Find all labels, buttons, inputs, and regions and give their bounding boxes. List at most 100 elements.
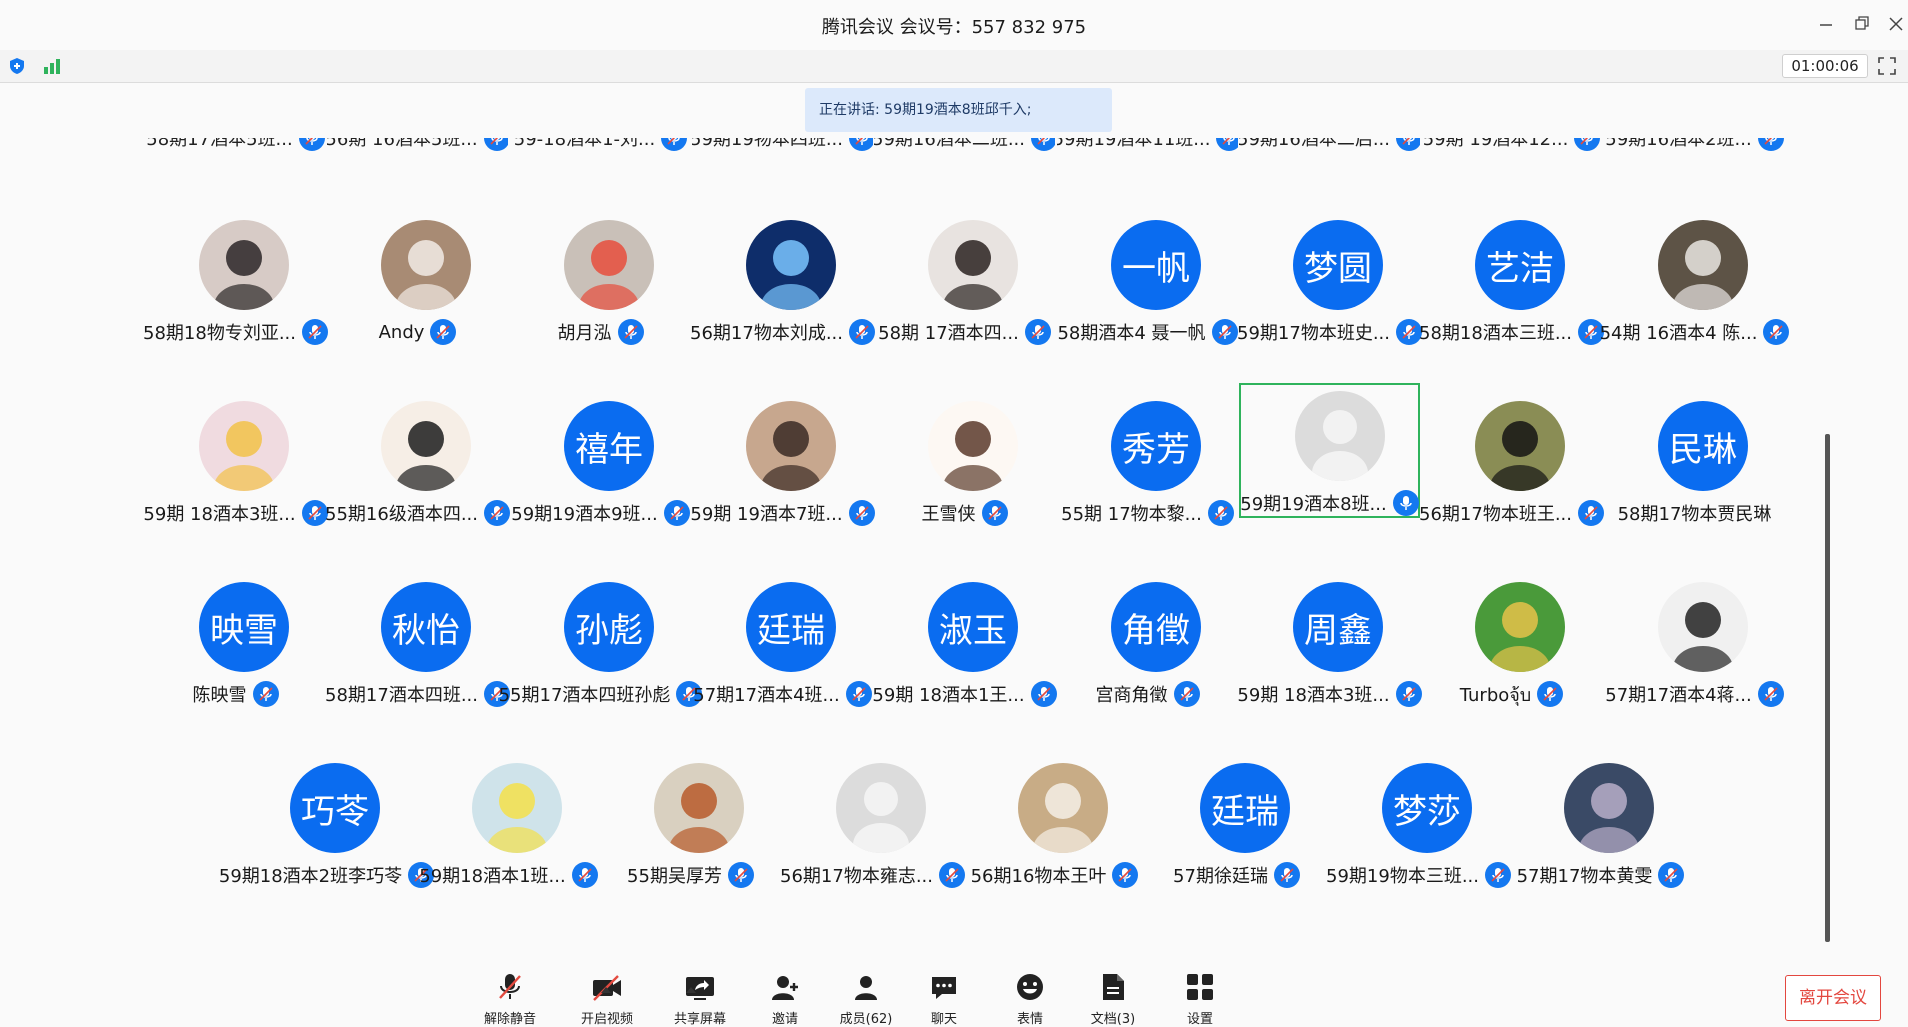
partial-participant[interactable]: 59-18酒本1-刘...	[510, 138, 691, 166]
audio-options-chevron-up-icon[interactable]	[600, 986, 612, 994]
avatar: 梦莎	[1382, 763, 1472, 853]
minimize-button[interactable]	[1814, 12, 1838, 36]
participant-tile[interactable]: 56期17物本雍志...	[780, 755, 965, 888]
participant-tile[interactable]: 廷瑞 57期17酒本4班...	[692, 574, 873, 707]
participant-name: 59期18酒本1班...	[419, 866, 566, 887]
participant-tile[interactable]: 59期 19酒本7班...	[690, 393, 875, 526]
participant-tile[interactable]: 55期吴厚芳	[600, 755, 781, 888]
close-button[interactable]	[1884, 12, 1908, 36]
mic-muted-icon	[1396, 138, 1420, 151]
participant-tile[interactable]: 巧苓 59期18酒本2班李巧苓	[219, 755, 435, 888]
mic-muted-button[interactable]: 解除静音	[470, 970, 550, 1027]
participant-name: 58期17物本贾民琳	[1617, 504, 1772, 525]
avatar	[381, 220, 471, 310]
window-title: 腾讯会议 会议号：557 832 975	[821, 17, 1087, 38]
participant-name: 陈映雪	[192, 685, 247, 706]
participant-tile[interactable]: 淑玉 59期 18酒本1王...	[872, 574, 1057, 707]
partial-participant[interactable]: 56期 16酒本5班...	[327, 138, 508, 166]
participant-tile[interactable]: 角徵 宫商角徵	[1057, 574, 1238, 707]
participant-tile[interactable]: 孙彪 55期17酒本四班孙彪	[499, 574, 703, 707]
mic-muted-icon	[1031, 138, 1055, 151]
share-screen-icon	[660, 970, 740, 1002]
participant-tile-active-speaker[interactable]: 59期19酒本8班...	[1239, 383, 1420, 518]
mic-muted-icon	[661, 138, 688, 151]
leave-meeting-button[interactable]: 离开会议	[1785, 975, 1881, 1021]
partial-participant[interactable]: 59期19物本四班...	[692, 138, 873, 166]
partial-participant[interactable]: 58期17酒本5班...	[145, 138, 326, 166]
participant-name-row: 56期17物本刘成...	[690, 319, 875, 345]
participant-tile[interactable]: 映雪 陈映雪	[145, 574, 326, 707]
partial-participant[interactable]: 59期16酒本2班...	[1604, 138, 1785, 166]
participant-tile[interactable]: 54期 16酒本4 陈...	[1600, 212, 1790, 345]
participant-tile[interactable]: 秋怡 58期17酒本四班...	[325, 574, 510, 707]
mic-muted-icon	[1024, 319, 1051, 345]
participant-name: Turboจุ้บ	[1459, 684, 1532, 706]
participant-tile[interactable]: 58期18物专刘亚...	[143, 212, 328, 345]
scrollbar[interactable]	[1825, 434, 1830, 942]
partial-participant[interactable]: 59期 19酒本12...	[1421, 138, 1602, 166]
participant-name: 57期17酒本4蒋...	[1605, 685, 1752, 706]
mic-muted-icon	[1207, 500, 1234, 526]
mic-muted-icon	[302, 319, 328, 345]
participant-tile[interactable]: 58期 17酒本四...	[874, 212, 1055, 345]
participant-tile[interactable]: 禧年 59期19酒本9班...	[510, 393, 691, 526]
emoji-button[interactable]: 表情	[990, 970, 1070, 1027]
mic-muted-icon	[617, 319, 644, 345]
participant-tile[interactable]: 梦圆 59期17物本班史...	[1237, 212, 1422, 345]
participant-tile[interactable]: 55期16级酒本四...	[325, 393, 510, 526]
avatar	[1658, 582, 1748, 672]
video-off-button[interactable]: 开启视频	[567, 970, 647, 1027]
participant-tile[interactable]: 梦莎 59期19物本三班...	[1326, 755, 1511, 888]
restore-icon	[1855, 16, 1869, 30]
avatar	[746, 401, 836, 491]
fullscreen-icon[interactable]	[1876, 55, 1898, 77]
participant-tile[interactable]: 一帆 58期酒本4 聂一帆	[1057, 212, 1238, 345]
restore-button[interactable]	[1850, 12, 1874, 36]
participant-tile[interactable]: 56期17物本班王...	[1419, 393, 1604, 526]
partial-participant[interactable]: 59期16酒本二班...	[874, 138, 1055, 166]
avatar: 禧年	[564, 401, 654, 491]
avatar	[1475, 582, 1565, 672]
participant-tile[interactable]: 56期17物本刘成...	[690, 212, 875, 345]
participant-tile[interactable]: 艺洁 58期18酒本三班...	[1419, 212, 1604, 345]
participant-grid: 58期17酒本5班... 56期 16酒本5班... 59-18酒本1-刘... 59…	[0, 0, 1908, 1021]
share-screen-button[interactable]: 共享屏幕	[660, 970, 740, 1027]
participant-tile[interactable]: 56期16物本王叶	[964, 755, 1145, 888]
participant-tile[interactable]: 廷瑞 57期徐廷瑞	[1146, 755, 1327, 888]
participant-tile[interactable]: 59期18酒本1班...	[418, 755, 599, 888]
chat-icon	[904, 970, 984, 1002]
bottom-toolbar: 解除静音 开启视频 共享屏幕 邀请 成员(62) 聊天 表情 文档(3) 设置	[0, 960, 1908, 1027]
video-options-chevron-up-icon[interactable]	[685, 986, 697, 994]
participant-name-row: 56期17物本班王...	[1419, 500, 1604, 526]
mic-muted-icon	[1485, 862, 1511, 888]
security-shield-icon[interactable]	[8, 57, 26, 75]
participant-name: 56期17物本雍志...	[780, 866, 933, 887]
participant-name-row: 59期 19酒本7班...	[690, 500, 875, 526]
participant-tile[interactable]: 民琳 58期17物本贾民琳	[1604, 393, 1785, 525]
participant-tile[interactable]: Turboจุ้บ	[1421, 574, 1602, 707]
partial-participant[interactable]: 59期16酒本二启...	[1239, 138, 1420, 166]
avatar	[1658, 220, 1748, 310]
members-button[interactable]: 成员(62)	[826, 970, 906, 1027]
participant-name: 58期酒本4 聂一帆	[1057, 323, 1206, 344]
participant-tile[interactable]: 57期17物本黄雯	[1510, 755, 1691, 888]
mic-muted-icon	[1658, 862, 1685, 888]
participant-tile[interactable]: 秀芳 55期 17物本黎...	[1057, 393, 1238, 526]
toolbar-label: 共享屏幕	[673, 1012, 726, 1027]
participant-name: 56期17物本刘成...	[690, 323, 843, 344]
mic-muted-icon	[1757, 681, 1784, 707]
participant-tile[interactable]: 胡月泓	[510, 212, 691, 345]
invite-button[interactable]: 邀请	[745, 970, 825, 1027]
participant-tile[interactable]: 王雪侠	[874, 393, 1055, 526]
partial-participant[interactable]: 59期19酒本11班...	[1057, 138, 1238, 166]
settings-button[interactable]: 设置	[1160, 970, 1240, 1027]
participant-tile[interactable]: 59期 18酒本3班...	[143, 393, 328, 526]
chat-button[interactable]: 聊天	[904, 970, 984, 1027]
mic-muted-icon	[252, 681, 279, 707]
participant-tile[interactable]: 周鑫 59期 18酒本3班...	[1237, 574, 1422, 707]
network-signal-icon[interactable]	[42, 57, 62, 75]
document-button[interactable]: 文档(3)	[1073, 970, 1153, 1027]
participant-tile[interactable]: 57期17酒本4蒋...	[1604, 574, 1785, 707]
participant-name-row: 58期酒本4 聂一帆	[1057, 319, 1238, 345]
participant-tile[interactable]: Andy	[327, 212, 508, 345]
